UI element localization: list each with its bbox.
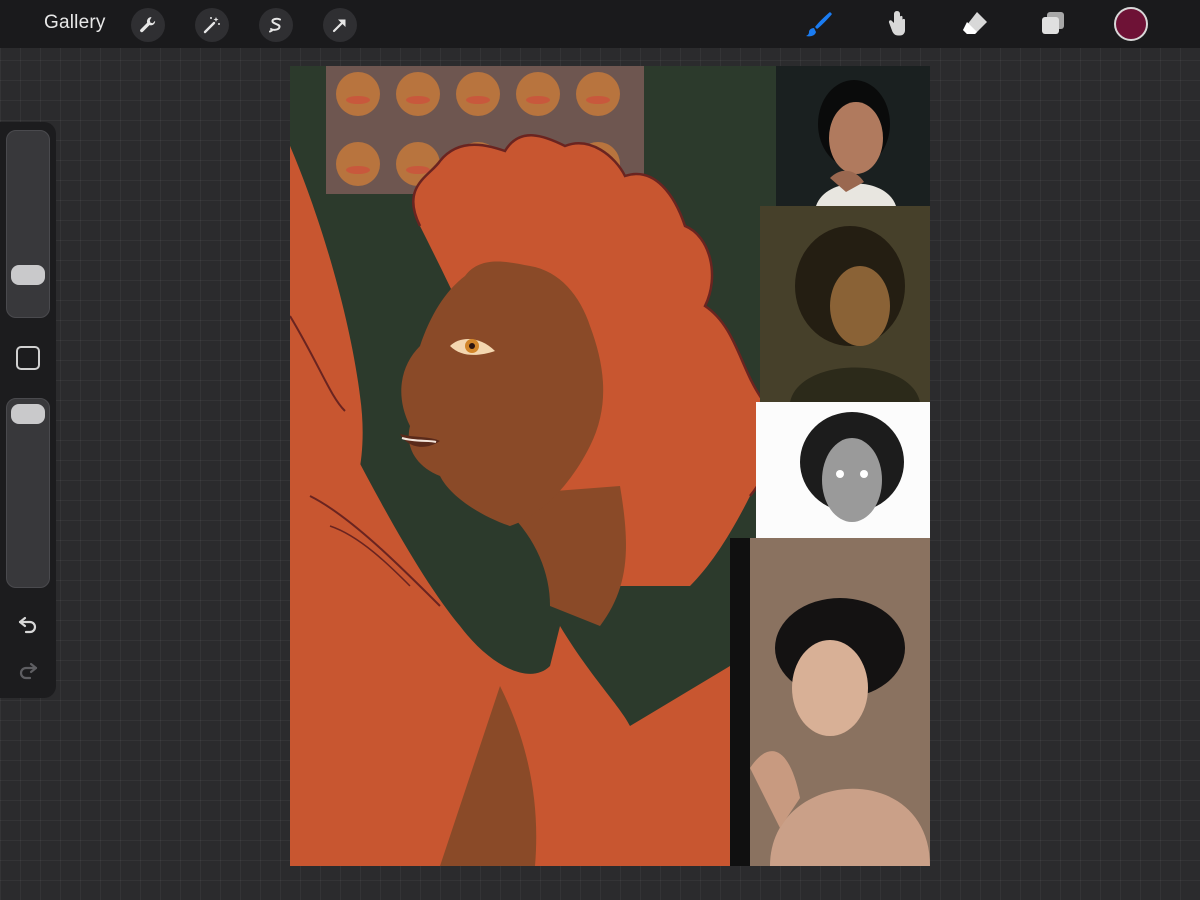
emoji-blush [406,166,430,174]
brush-icon [806,12,832,37]
photo-image [730,538,930,866]
emoji-face [576,72,620,116]
smudge-button[interactable] [878,6,916,42]
top-toolbar: Gallery [0,0,1200,48]
eraser-button[interactable] [956,6,994,42]
emoji-face [456,72,500,116]
gallery-button[interactable]: Gallery [44,12,106,34]
emoji-face [396,72,440,116]
transform-button[interactable] [323,8,357,42]
wrench-icon [140,17,156,33]
magic-wand-icon [203,17,220,34]
transform-arrow-icon [332,19,346,33]
adjustments-button[interactable] [195,8,229,42]
redo-icon [19,662,38,680]
selection-button[interactable] [259,8,293,42]
emoji-blush [526,96,550,104]
emoji-face [336,72,380,116]
layers-button[interactable] [1034,6,1072,42]
brush-button[interactable] [800,6,838,42]
brush-size-handle[interactable] [11,265,45,285]
layers-icon [1042,12,1064,34]
brush-size-slider[interactable] [6,130,50,318]
left-sidebar [0,122,56,698]
emoji-blush [586,96,610,104]
emoji-blush [406,96,430,104]
drawing-canvas[interactable] [290,66,930,866]
emoji-face [336,142,380,186]
reference-sketch-3 [756,402,930,538]
opacity-slider[interactable] [6,398,50,588]
actions-button[interactable] [131,8,165,42]
smudge-icon [888,11,905,36]
portrait-image [776,66,930,206]
emoji-face [516,72,560,116]
modify-button[interactable] [16,346,40,370]
undo-button[interactable] [14,610,42,638]
reference-painting-2 [760,206,930,402]
sketch-image [756,402,930,538]
eraser-icon [963,12,987,34]
undo-icon [18,616,37,634]
painting-image [760,206,930,402]
emoji-blush [466,96,490,104]
reference-photo-4 [730,538,930,866]
emoji-blush [346,96,370,104]
selection-icon [269,17,281,33]
color-picker-button[interactable] [1114,7,1148,41]
redo-button[interactable] [14,656,42,684]
emoji-blush [346,166,370,174]
opacity-handle[interactable] [11,404,45,424]
reference-photo-1 [776,66,930,206]
